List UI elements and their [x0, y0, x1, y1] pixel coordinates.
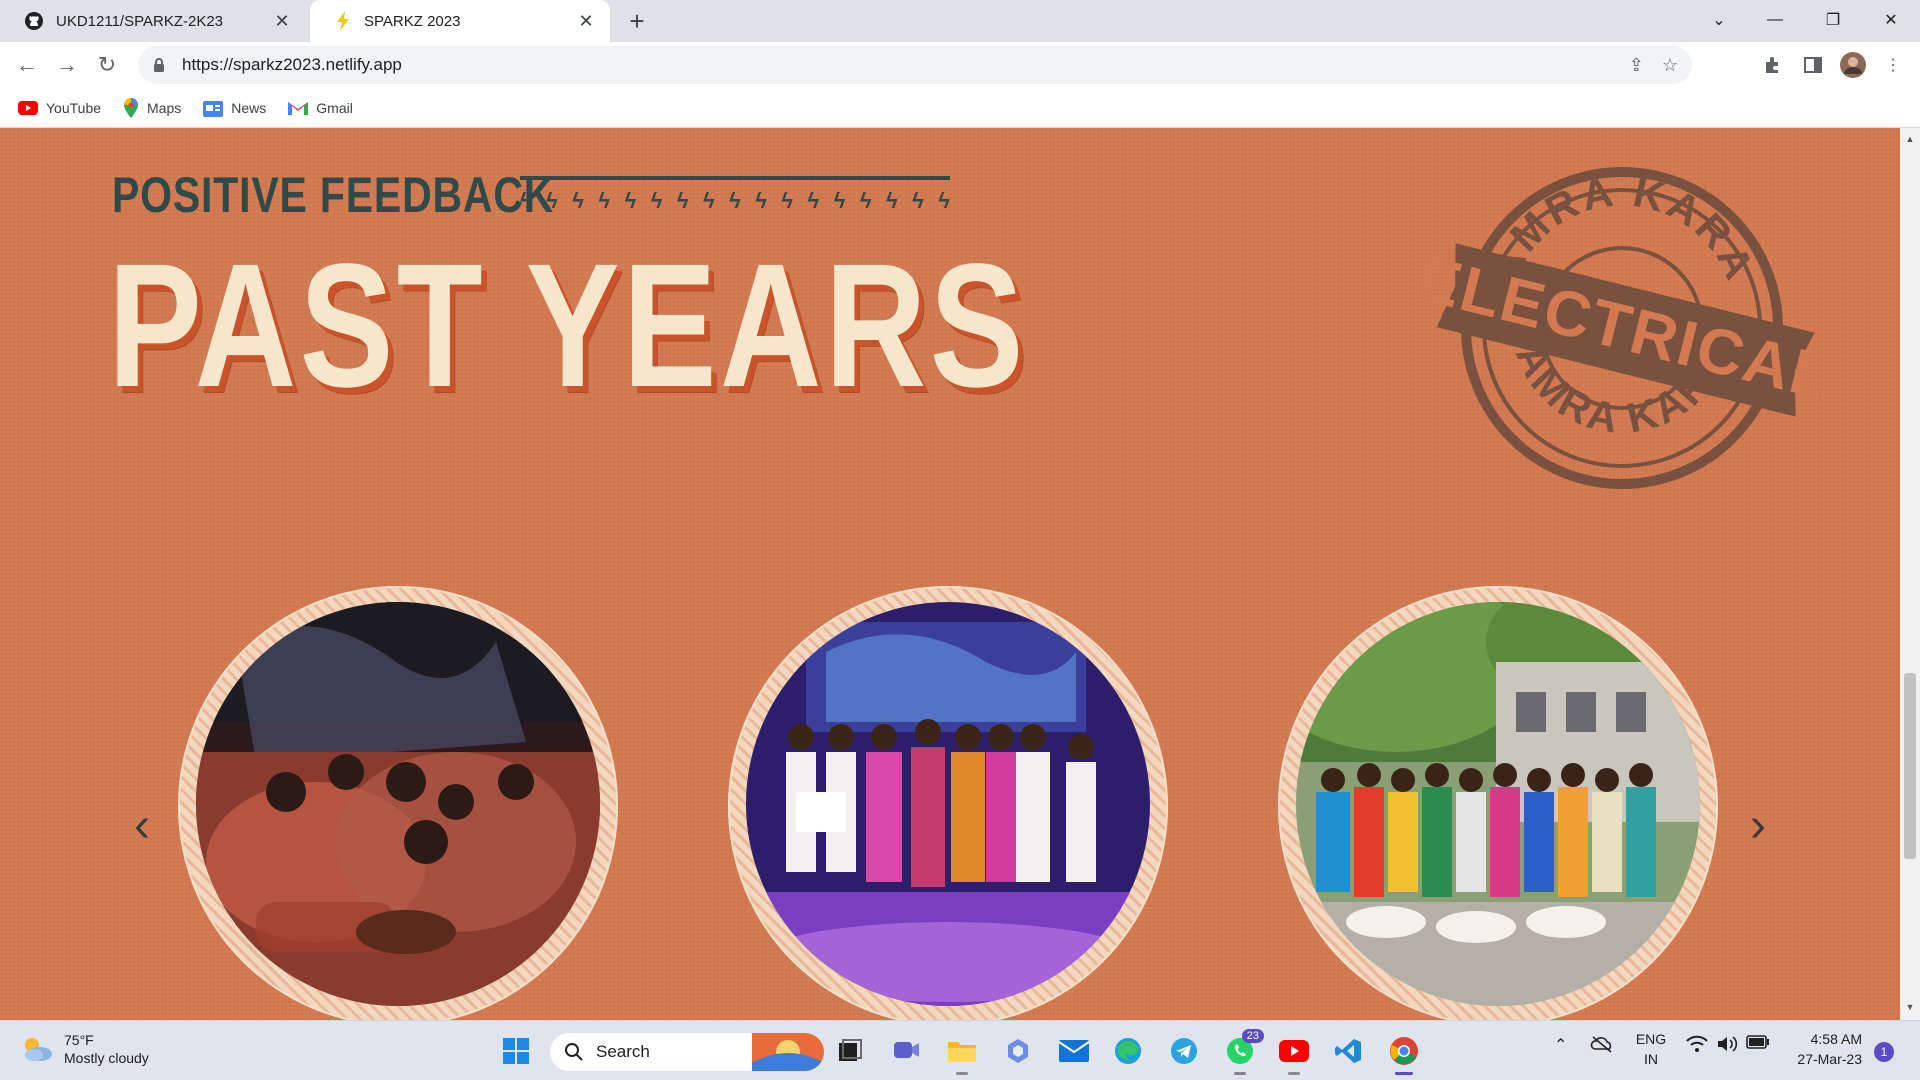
- battery-icon[interactable]: [1746, 1035, 1770, 1049]
- page-title: PAST YEARS: [108, 228, 1027, 424]
- chrome-icon[interactable]: [1388, 1035, 1420, 1075]
- weather-temp: 75°F: [64, 1032, 94, 1048]
- lock-icon: [154, 58, 164, 72]
- electrical-stamp-logo: AMRA KARA AMRA KARA ELECTRICAL: [1420, 167, 1820, 489]
- scroll-up-icon[interactable]: ▲: [1904, 134, 1916, 146]
- gallery-item-3[interactable]: [1278, 586, 1718, 1020]
- tab-sparkz[interactable]: SPARKZ 2023 ✕: [310, 0, 610, 42]
- running-indicator: [956, 1072, 968, 1075]
- search-placeholder: Search: [596, 1042, 650, 1061]
- wifi-icon[interactable]: [1686, 1035, 1708, 1053]
- teams-chat-icon[interactable]: [890, 1035, 922, 1067]
- mail-icon[interactable]: [1058, 1035, 1090, 1067]
- tab-title: UKD1211/SPARKZ-2K23: [56, 12, 224, 30]
- bookmark-label: News: [231, 99, 267, 116]
- gallery-item-2[interactable]: [728, 586, 1168, 1020]
- forward-button[interactable]: →: [52, 50, 82, 80]
- edge-browser-icon[interactable]: [1112, 1035, 1144, 1067]
- file-explorer-icon[interactable]: [946, 1035, 978, 1075]
- address-bar[interactable]: https://sparkz2023.netlify.app ⇪ ☆: [138, 46, 1692, 84]
- sparkz-page: POSITIVE FEEDBACK ϟϟϟϟϟϟϟϟϟϟϟϟϟϟϟϟϟ PAST…: [0, 128, 1900, 1020]
- scrollbar-thumb[interactable]: [1904, 673, 1916, 859]
- youtube-app-icon[interactable]: [1278, 1035, 1310, 1075]
- lightning-divider-icon: ϟϟϟϟϟϟϟϟϟϟϟϟϟϟϟϟϟ: [520, 188, 950, 213]
- vscode-icon[interactable]: [1332, 1035, 1364, 1067]
- telegram-icon[interactable]: [1168, 1035, 1200, 1067]
- copilot-icon[interactable]: [1002, 1035, 1034, 1067]
- windows-taskbar: 75°F Mostly cloudy Search 23 ⌃ ENG IN 4:…: [0, 1020, 1920, 1080]
- minimize-button[interactable]: —: [1752, 0, 1798, 40]
- clock-time: 4:58 AM: [1810, 1031, 1862, 1047]
- google-news-icon: [203, 100, 224, 117]
- extensions-icon[interactable]: [1760, 52, 1786, 78]
- campus-group-photo: [1296, 602, 1700, 1006]
- gmail-icon: [288, 102, 309, 115]
- browser-toolbar: ← → ↻ https://sparkz2023.netlify.app ⇪ ☆…: [0, 42, 1920, 88]
- system-clock[interactable]: 4:58 AM 27-Mar-23: [1786, 1029, 1862, 1069]
- maps-icon: [124, 97, 139, 118]
- scroll-down-icon[interactable]: ▼: [1904, 1002, 1916, 1014]
- weather-desc: Mostly cloudy: [64, 1050, 149, 1066]
- stage-group-photo: [746, 602, 1150, 1006]
- tab-title: SPARKZ 2023: [364, 12, 461, 30]
- bookmark-star-icon[interactable]: ☆: [1662, 55, 1678, 76]
- carousel-next-button[interactable]: ›: [1738, 799, 1778, 852]
- close-tab-icon[interactable]: ✕: [576, 11, 596, 31]
- lightning-bolt-icon: [337, 11, 349, 31]
- close-window-button[interactable]: ✕: [1868, 0, 1914, 40]
- menu-kebab-icon[interactable]: ⋮: [1880, 52, 1906, 78]
- bookmark-maps[interactable]: Maps: [123, 97, 182, 118]
- section-subtitle: POSITIVE FEEDBACK: [112, 167, 555, 223]
- cloudy-weather-icon: [25, 1038, 52, 1061]
- tab-search-icon[interactable]: ⌄: [1696, 0, 1742, 40]
- windows-start-icon[interactable]: [500, 1035, 532, 1067]
- whatsapp-icon[interactable]: 23: [1224, 1029, 1264, 1075]
- reload-button[interactable]: ↻: [92, 50, 122, 80]
- new-tab-button[interactable]: +: [622, 6, 652, 36]
- search-highlight-icon: [752, 1033, 824, 1071]
- onedrive-icon[interactable]: [1590, 1035, 1614, 1053]
- page-scrollbar[interactable]: ▲ ▼: [1900, 128, 1920, 1020]
- weather-widget[interactable]: 75°F Mostly cloudy: [20, 1031, 149, 1067]
- notification-badge[interactable]: 1: [1874, 1042, 1894, 1062]
- search-icon: [565, 1043, 583, 1061]
- back-button[interactable]: ←: [12, 50, 42, 80]
- share-icon[interactable]: ⇪: [1629, 55, 1644, 76]
- show-hidden-icons[interactable]: ⌃: [1554, 1035, 1567, 1055]
- divider-rule: [520, 176, 950, 180]
- gallery-item-1[interactable]: [178, 586, 618, 1020]
- bookmark-gmail[interactable]: Gmail: [288, 100, 353, 116]
- tab-github[interactable]: UKD1211/SPARKZ-2K23 ✕: [0, 0, 306, 42]
- running-indicator: [1288, 1072, 1300, 1075]
- volume-icon[interactable]: [1716, 1035, 1738, 1053]
- github-icon: [25, 12, 43, 30]
- bookmark-news[interactable]: News: [203, 99, 266, 117]
- running-indicator: [1234, 1072, 1246, 1075]
- clock-date: 27-Mar-23: [1797, 1051, 1862, 1067]
- region-code: IN: [1644, 1051, 1658, 1067]
- side-panel-icon[interactable]: [1800, 52, 1826, 78]
- taskbar-search[interactable]: Search: [550, 1033, 824, 1071]
- tab-strip: UKD1211/SPARKZ-2K23 ✕ SPARKZ 2023 ✕ + ⌄ …: [0, 0, 1920, 42]
- whatsapp-badge: 23: [1241, 1029, 1264, 1043]
- youtube-icon: [18, 100, 38, 115]
- bookmark-youtube[interactable]: YouTube: [18, 100, 101, 116]
- profile-avatar[interactable]: [1840, 52, 1866, 78]
- performance-photo: [196, 602, 600, 1006]
- language-indicator[interactable]: ENG IN: [1634, 1029, 1668, 1069]
- task-view-icon[interactable]: [834, 1035, 866, 1067]
- bookmark-label: Maps: [147, 99, 182, 116]
- restore-button[interactable]: ❐: [1810, 0, 1856, 40]
- close-tab-icon[interactable]: ✕: [272, 11, 292, 31]
- bookmark-label: Gmail: [316, 99, 353, 116]
- language-code: ENG: [1635, 1031, 1667, 1047]
- carousel-prev-button[interactable]: ‹: [122, 799, 162, 852]
- bookmarks-bar: YouTube Maps News Gmail: [0, 88, 1920, 128]
- running-indicator: [1395, 1072, 1413, 1075]
- bookmark-label: YouTube: [46, 99, 102, 116]
- url-text: https://sparkz2023.netlify.app: [182, 55, 402, 74]
